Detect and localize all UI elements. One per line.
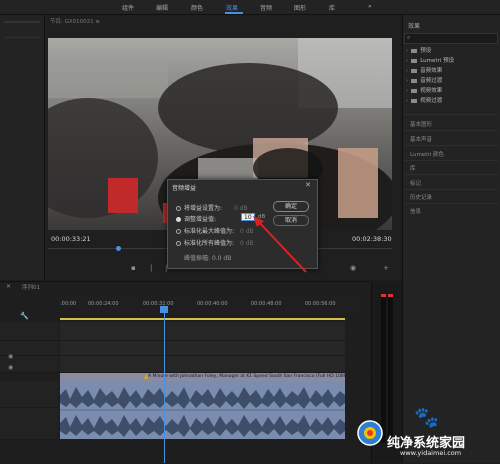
active-tab-indicator [225, 12, 243, 14]
panel-libraries[interactable]: 库 [410, 164, 416, 172]
export-frame-icon[interactable]: ◉ [350, 264, 356, 272]
audio-clip[interactable] [60, 381, 345, 439]
menu-item-audio[interactable]: 音频 [260, 3, 272, 12]
tree-item-audio-effects[interactable]: › 音频效果 [406, 66, 442, 74]
timeline-playhead[interactable] [164, 306, 165, 463]
ruler-label: 00:00:24:00 [88, 301, 119, 307]
peak-amplitude: 峰值振幅: 0.0 dB [184, 255, 232, 262]
video-track-3[interactable] [60, 322, 345, 341]
option-set-gain[interactable]: 将增益设置为: 0 dB [176, 203, 248, 212]
playhead-marker-icon[interactable] [116, 246, 121, 251]
playhead-handle-icon[interactable] [160, 306, 168, 313]
folder-icon [411, 88, 418, 93]
close-icon[interactable]: ✕ [6, 283, 11, 290]
tree-item-video-transitions[interactable]: › 视频过渡 [406, 96, 442, 104]
audio-meter-right [388, 296, 393, 443]
radio-icon[interactable] [176, 241, 181, 246]
audio-waveform [60, 387, 345, 437]
ruler-label: 00:00:32:00 [143, 301, 174, 307]
menu-item-editing[interactable]: 编辑 [156, 3, 168, 12]
folder-icon [411, 78, 418, 83]
menu-item-effects[interactable]: 效果 [226, 3, 238, 12]
paw-watermark-icon: 🐾 [414, 405, 439, 429]
effects-search-input[interactable]: ⌕ [404, 33, 498, 44]
panel-essential-graphics[interactable]: 基本图形 [410, 120, 432, 128]
menu-item-libraries[interactable]: 库 [329, 3, 335, 12]
effects-panel-title[interactable]: 效果 [408, 21, 420, 30]
panel-divider [404, 203, 498, 204]
in-point-icon[interactable]: | [150, 264, 152, 272]
option-adjust-gain[interactable]: 调整增益值: [176, 214, 216, 223]
dialog-title: 音频增益 [172, 185, 197, 192]
panel-lumetri-color[interactable]: Lumetri 颜色 [410, 150, 444, 158]
panel-divider [404, 189, 498, 190]
wrench-icon[interactable]: 🔧 [20, 312, 29, 320]
track-header-a2[interactable] [0, 408, 58, 440]
radio-icon[interactable] [176, 206, 181, 211]
video-track-2[interactable] [60, 341, 345, 356]
track-header-a1[interactable] [0, 381, 58, 408]
watermark-logo-icon [357, 420, 383, 446]
panel-info[interactable]: 信息 [410, 207, 421, 215]
tree-item-lumetri-presets[interactable]: › Lumetri 预设 [406, 56, 454, 64]
tree-item-audio-transitions[interactable]: › 音频过渡 [406, 76, 442, 84]
ruler-label: :00:00 [60, 301, 77, 307]
timeline-sequence-tab[interactable]: 序列01 [22, 283, 40, 291]
option-normalize-max-peak[interactable]: 标准化最大峰值为: 0 dB [176, 226, 254, 235]
radio-icon[interactable] [176, 229, 181, 234]
eye-icon[interactable]: ◉ [8, 353, 13, 360]
folder-icon [411, 68, 418, 73]
close-icon[interactable]: ✕ [305, 181, 311, 189]
folder-icon [411, 98, 418, 103]
ok-button[interactable]: 确定 [273, 201, 309, 212]
video-clip-title: A Minute with Johnathan Foley, Manager a… [148, 374, 371, 379]
watermark-url: www.yidaimei.com [400, 449, 462, 457]
panel-divider [404, 160, 498, 161]
panel-divider [404, 114, 498, 115]
menu-more-icon[interactable]: » [368, 3, 372, 10]
menu-item-graphics[interactable]: 图形 [294, 3, 306, 12]
ruler-label: 00:00:40:00 [197, 301, 228, 307]
folder-icon [411, 48, 418, 53]
tree-item-presets[interactable]: › 预设 [406, 46, 431, 54]
add-button-icon[interactable]: + [383, 264, 389, 272]
left-panel [0, 15, 45, 280]
panel-history[interactable]: 历史记录 [410, 193, 432, 201]
current-timecode[interactable]: 00:00:33:21 [51, 235, 91, 243]
search-icon: ⌕ [407, 34, 411, 41]
peak-indicator-left [381, 294, 386, 297]
panel-divider [4, 37, 40, 38]
panel-essential-sound[interactable]: 基本声音 [410, 135, 432, 143]
panel-divider [404, 174, 498, 175]
work-area-bar[interactable] [60, 318, 345, 320]
peak-indicator-right [388, 294, 393, 297]
eye-icon[interactable]: ◉ [8, 364, 13, 371]
duration-timecode: 00:02:38:30 [352, 235, 392, 243]
ruler-label: 00:00:48:00 [251, 301, 282, 307]
marker-icon[interactable]: ▪ [131, 264, 136, 272]
option-normalize-all-peaks[interactable]: 标准化所有峰值为: 0 dB [176, 238, 254, 247]
video-track-1[interactable] [60, 356, 345, 373]
menu-item-color[interactable]: 颜色 [191, 3, 203, 12]
panel-divider [404, 145, 498, 146]
program-monitor-title[interactable]: 节目: GX010021 ≡ [50, 17, 100, 25]
menu-item-assembly[interactable]: 组件 [122, 3, 134, 12]
panel-divider [404, 130, 498, 131]
folder-icon [411, 58, 418, 63]
tree-item-video-effects[interactable]: › 视频效果 [406, 86, 442, 94]
panel-markers[interactable]: 标记 [410, 179, 421, 187]
workspace-menu-bar [0, 0, 500, 15]
track-header-v3[interactable] [0, 322, 58, 341]
panel-divider [4, 21, 40, 23]
ruler-label: 00:00:56:00 [305, 301, 336, 307]
red-arrow-annotation-icon [253, 216, 307, 273]
radio-selected-icon[interactable] [176, 217, 181, 222]
